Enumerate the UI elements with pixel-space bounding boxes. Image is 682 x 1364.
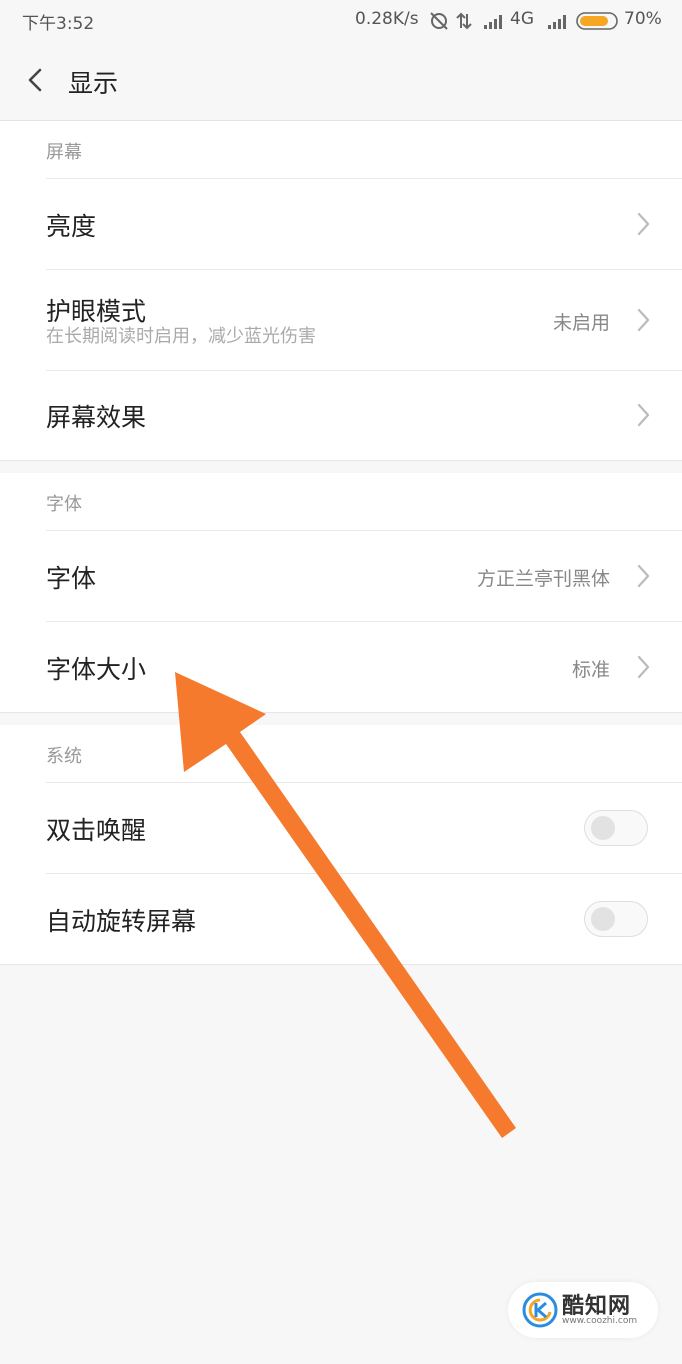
row-value: 方正兰亭刊黑体 [476,568,610,590]
section-font: 字体 字体 方正兰亭刊黑体 字体大小 标准 [0,473,682,713]
settings-row-double-tap-wake[interactable]: 双击唤醒 [0,782,682,873]
app-header: 显示 [0,40,682,121]
status-network-type: 4G [510,9,534,29]
auto-rotate-toggle[interactable] [584,901,648,937]
row-divider [46,782,682,783]
settings-row-font-size[interactable]: 字体大小 标准 [0,621,682,712]
section-header-font: 字体 [46,494,82,515]
row-label: 字体 [46,564,97,593]
back-arrow-icon[interactable] [22,66,50,94]
chevron-right-icon [637,212,650,236]
status-network-speed: 0.28K/s [355,9,419,29]
watermark-url: www.coozhi.com [562,1316,638,1326]
row-label: 屏幕效果 [46,403,147,432]
toggle-knob [591,907,615,931]
settings-row-brightness[interactable]: 亮度 [0,178,682,269]
status-time: 下午3:52 [22,14,95,34]
settings-row-screen-effect[interactable]: 屏幕效果 [0,370,682,460]
row-label: 亮度 [46,212,97,241]
section-header-screen: 屏幕 [46,142,82,163]
watermark: 酷知网 www.coozhi.com [508,1282,658,1338]
section-system: 系统 双击唤醒 自动旋转屏幕 [0,725,682,965]
alarm-off-icon [430,12,448,30]
row-value: 标准 [571,659,610,681]
section-header-system: 系统 [46,746,82,767]
section-screen: 屏幕 亮度 护眼模式 在长期阅读时启用，减少蓝光伤害 未启用 屏幕效果 [0,121,682,461]
settings-row-eye-care[interactable]: 护眼模式 在长期阅读时启用，减少蓝光伤害 未启用 [0,269,682,370]
status-battery-percent: 70% [624,9,662,29]
signal-icon [484,15,502,29]
status-signal-battery [548,12,618,30]
double-tap-wake-toggle[interactable] [584,810,648,846]
row-divider [46,621,682,622]
row-sublabel: 在长期阅读时启用，减少蓝光伤害 [46,326,316,347]
row-label: 字体大小 [46,655,147,684]
chevron-right-icon [637,564,650,588]
coozhi-logo-icon [522,1292,558,1328]
signal-icon-2 [548,15,566,29]
status-icons [430,12,502,30]
row-divider [46,269,682,270]
status-bar: 下午3:52 0.28K/s 4G 70% [0,0,682,40]
row-label: 双击唤醒 [46,816,147,845]
battery-icon [576,12,618,30]
settings-row-auto-rotate[interactable]: 自动旋转屏幕 [0,873,682,964]
chevron-right-icon [637,308,650,332]
row-divider [46,178,682,179]
chevron-right-icon [637,403,650,427]
chevron-right-icon [637,655,650,679]
data-transfer-icon [456,12,472,30]
settings-row-font[interactable]: 字体 方正兰亭刊黑体 [0,530,682,621]
row-divider [46,370,682,371]
page-title: 显示 [68,69,119,98]
row-value: 未启用 [552,312,610,334]
row-label: 自动旋转屏幕 [46,907,197,936]
toggle-knob [591,816,615,840]
row-divider [46,873,682,874]
row-divider [46,530,682,531]
